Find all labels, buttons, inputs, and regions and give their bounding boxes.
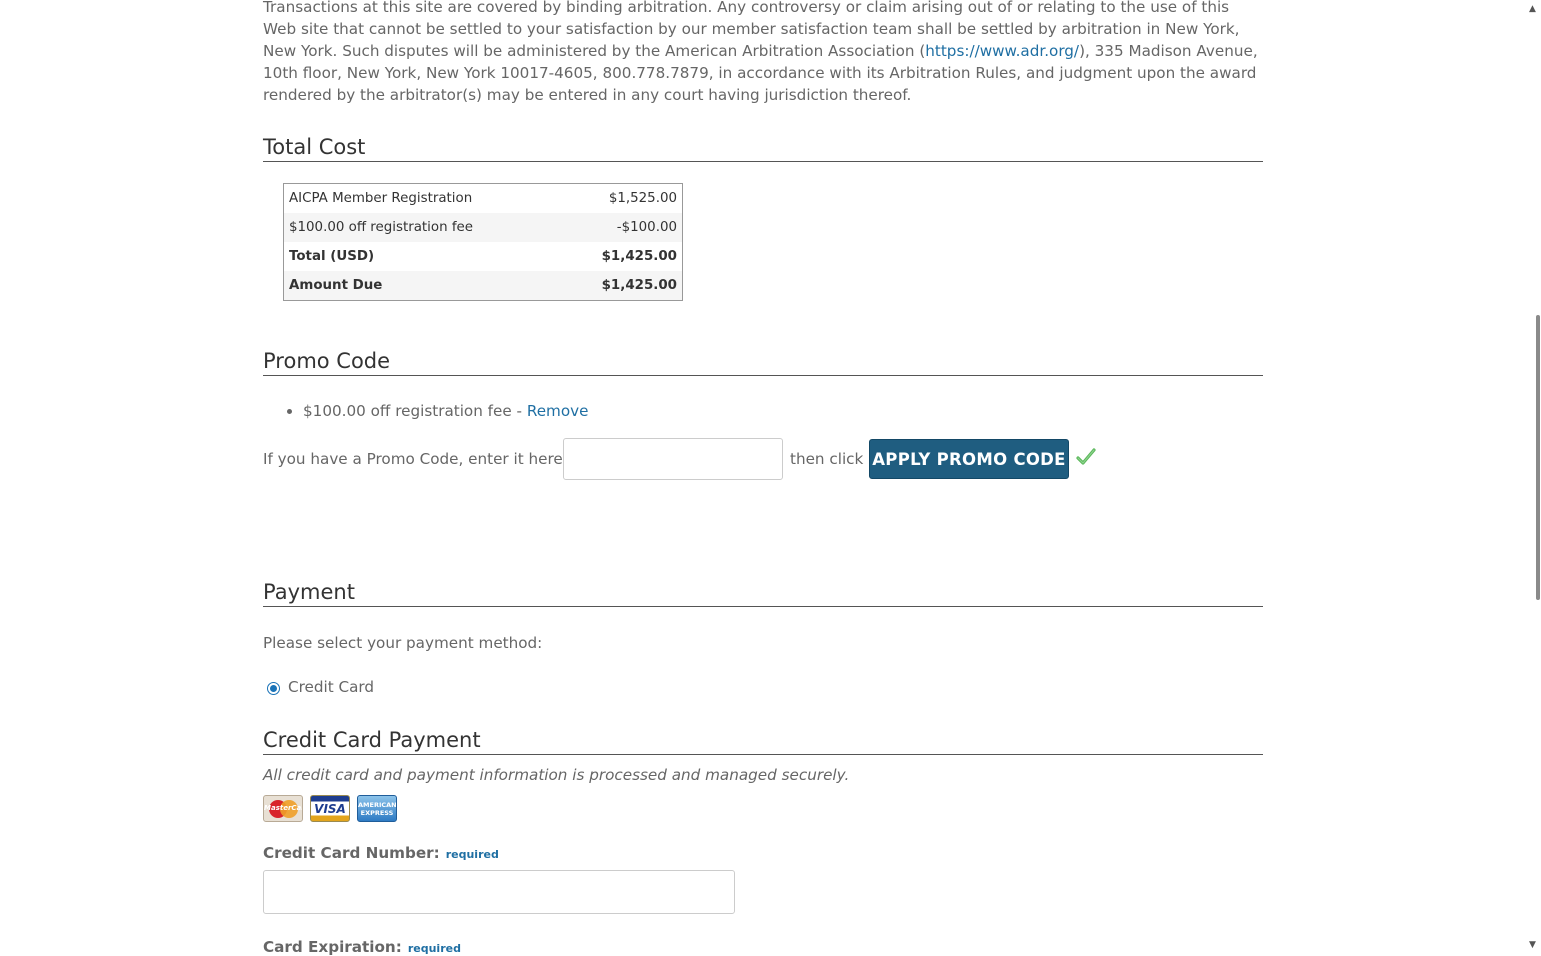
remove-promo-link[interactable]: Remove (527, 402, 589, 420)
promo-code-input[interactable] (563, 438, 783, 480)
scroll-up-icon[interactable]: ▲ (1524, 0, 1541, 17)
promo-then-label: then click (790, 450, 864, 468)
promo-enter-label: If you have a Promo Code, enter it here: (263, 450, 568, 468)
card-expiration-label-text: Card Expiration: (263, 938, 402, 956)
applied-promo-list: $100.00 off registration fee - Remove (285, 399, 588, 423)
cost-label: AICPA Member Registration (289, 191, 473, 206)
visa-text: VISA (314, 802, 346, 816)
promo-entry-row: If you have a Promo Code, enter it here:… (263, 438, 1263, 482)
required-badge: required (445, 848, 499, 861)
cost-label: $100.00 off registration fee (284, 213, 561, 242)
page-scrollbar[interactable]: ▲ ▼ (1524, 0, 1541, 953)
credit-card-radio[interactable] (267, 682, 280, 695)
mastercard-icon: MasterCard (263, 795, 303, 822)
arbitration-notice: Transactions at this site are covered by… (263, 0, 1263, 106)
scroll-down-icon[interactable]: ▼ (1524, 936, 1541, 953)
credit-card-payment-heading: Credit Card Payment (263, 727, 1263, 755)
card-expiration-label: Card Expiration: required (263, 938, 461, 956)
amex-text: AMERICAN EXPRESS (358, 801, 397, 817)
cost-label: Total (USD) (289, 249, 375, 264)
checkmark-icon (1076, 448, 1096, 465)
required-badge: required (407, 942, 461, 955)
cost-amount: $1,525.00 (608, 191, 677, 206)
apply-promo-button[interactable]: APPLY PROMO CODE (869, 439, 1069, 479)
cost-label: Amount Due (284, 271, 561, 300)
secure-payment-note: All credit card and payment information … (263, 766, 850, 784)
promo-code-heading: Promo Code (263, 348, 1263, 376)
cost-amount: -$100.00 (560, 213, 682, 242)
table-row: Total (USD) $1,425.00 (284, 242, 682, 271)
scrollbar-thumb[interactable] (1536, 315, 1540, 600)
payment-method-prompt: Please select your payment method: (263, 634, 543, 652)
adr-link[interactable]: https://www.adr.org/ (925, 42, 1079, 60)
table-row: Amount Due $1,425.00 (284, 271, 682, 300)
total-cost-heading: Total Cost (263, 134, 1263, 162)
table-row: AICPA Member Registration $1,525.00 (284, 184, 682, 213)
total-cost-table: AICPA Member Registration $1,525.00 $100… (283, 183, 683, 301)
mastercard-text: MasterCard (264, 804, 302, 812)
card-number-input[interactable] (263, 870, 735, 914)
visa-icon: VISA (310, 795, 350, 822)
card-number-label: Credit Card Number: required (263, 844, 499, 862)
applied-promo-text: $100.00 off registration fee - (303, 402, 527, 420)
table-row: $100.00 off registration fee -$100.00 (284, 213, 682, 242)
credit-card-radio-label[interactable]: Credit Card (288, 678, 374, 696)
payment-heading: Payment (263, 579, 1263, 607)
card-number-label-text: Credit Card Number: (263, 844, 440, 862)
list-item: $100.00 off registration fee - Remove (303, 399, 588, 423)
cost-amount: $1,425.00 (601, 249, 677, 264)
amex-icon: AMERICAN EXPRESS (357, 795, 397, 822)
cost-amount: $1,425.00 (560, 271, 682, 300)
